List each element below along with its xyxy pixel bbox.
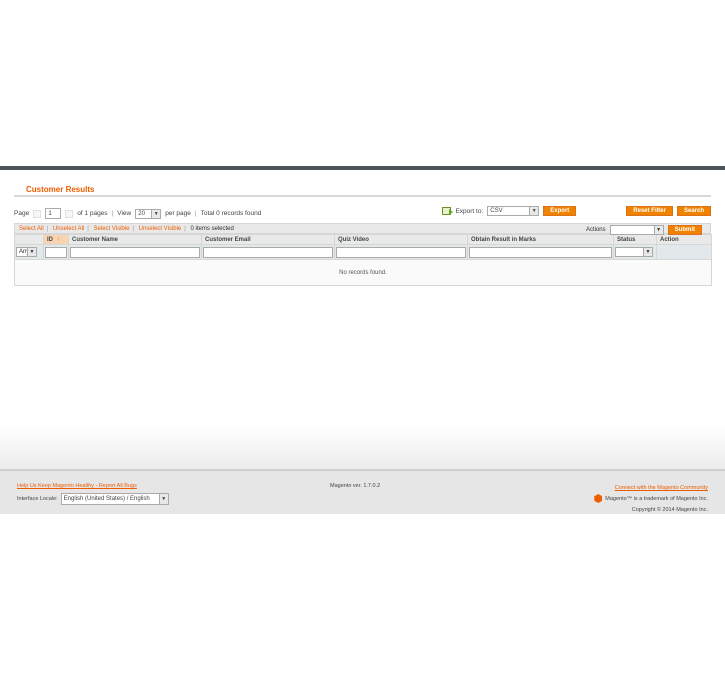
- trademark-text: Magento™ is a trademark of Magento Inc.: [605, 496, 708, 502]
- unselect-visible-link[interactable]: Unselect Visible: [139, 226, 182, 232]
- no-records-text: No records found.: [14, 259, 712, 286]
- header-bar: [0, 166, 725, 170]
- items-selected-count: 0 items selected: [190, 226, 234, 232]
- empty-row: No records found.: [14, 259, 712, 286]
- locale-select[interactable]: English (United States) / English ▼: [60, 493, 169, 505]
- quiz-video-filter-input[interactable]: [336, 246, 466, 258]
- page-input[interactable]: 1: [45, 208, 62, 219]
- total-records: Total 0 records found: [200, 210, 262, 217]
- chevron-down-icon: ▼: [151, 209, 161, 218]
- chevron-down-icon: ▼: [158, 494, 168, 504]
- main-content: Customer Results Page 1 of 1 pages | Vie…: [14, 176, 712, 286]
- view-label: View: [117, 210, 132, 217]
- unselect-all-link[interactable]: Unselect All: [53, 226, 84, 232]
- export-label: Export to:: [455, 207, 484, 215]
- community-link[interactable]: Connect with the Magento Community: [615, 485, 708, 491]
- column-header-status[interactable]: Status: [613, 234, 657, 245]
- report-bugs-link[interactable]: Help Us Keep Magento Healthy - Report Al…: [17, 483, 137, 489]
- chevron-down-icon: ▼: [643, 248, 652, 256]
- grid-header-row: ID ↑ Customer Name Customer Email Quiz Vi…: [14, 234, 712, 245]
- column-header-result-marks[interactable]: Obtain Result in Marks: [467, 234, 614, 245]
- status-filter-select[interactable]: ▼: [615, 247, 653, 257]
- chevron-down-icon: ▼: [529, 207, 539, 215]
- id-filter-input[interactable]: [45, 246, 67, 258]
- chevron-down-icon: ▼: [653, 226, 663, 234]
- per-page-text: per page: [165, 210, 191, 217]
- chevron-down-icon: ▼: [27, 248, 36, 256]
- column-header-quiz-video[interactable]: Quiz Video: [334, 234, 468, 245]
- action-filter-empty: [656, 244, 712, 260]
- sort-arrow-icon: ↑: [57, 236, 60, 243]
- select-visible-link[interactable]: Select Visible: [94, 226, 130, 232]
- pager: Page 1 of 1 pages | View 20 ▼ per page | …: [14, 205, 711, 223]
- search-button[interactable]: Search: [676, 206, 711, 216]
- prev-page-icon[interactable]: [33, 209, 42, 218]
- next-page-icon[interactable]: [65, 209, 74, 218]
- page-label: Page: [14, 210, 30, 217]
- copyright-text: Copyright © 2014 Magento Inc.: [631, 507, 708, 513]
- massaction-bar: Select All | Unselect All | Select Visible…: [14, 223, 711, 235]
- column-header-customer-email[interactable]: Customer Email: [201, 234, 335, 245]
- export-icon: [442, 207, 454, 215]
- export-button[interactable]: Export: [543, 206, 577, 216]
- results-grid: ID ↑ Customer Name Customer Email Quiz Vi…: [14, 234, 712, 286]
- footer: Help Us Keep Magento Healthy - Report Al…: [0, 469, 725, 514]
- submit-button[interactable]: Submit: [667, 225, 702, 235]
- customer-email-filter-input[interactable]: [203, 246, 333, 258]
- of-pages-text: of 1 pages: [77, 210, 108, 217]
- column-header-checkbox: [14, 234, 44, 245]
- column-header-id[interactable]: ID ↑: [43, 234, 69, 245]
- grid-filter-row: Any ▼ ▼: [14, 244, 712, 260]
- column-header-customer-name[interactable]: Customer Name: [68, 234, 202, 245]
- result-marks-filter-input[interactable]: [469, 246, 612, 258]
- actions-select[interactable]: ▼: [609, 225, 664, 235]
- reset-filter-button[interactable]: Reset Filter: [626, 206, 673, 216]
- page-title: Customer Results: [14, 176, 711, 197]
- select-all-link[interactable]: Select All: [19, 226, 44, 232]
- column-header-action: Action: [656, 234, 712, 245]
- massaction-filter-select[interactable]: Any ▼: [16, 247, 37, 257]
- magento-logo-icon: [594, 494, 603, 504]
- version-text: Magento ver. 1.7.0.2: [330, 483, 381, 489]
- footer-gradient: [0, 425, 725, 469]
- locale-label: Interface Locale:: [17, 496, 58, 502]
- customer-name-filter-input[interactable]: [70, 246, 200, 258]
- export-format-select[interactable]: CSV ▼: [487, 206, 540, 216]
- view-select[interactable]: 20 ▼: [135, 208, 162, 219]
- actions-label: Actions: [585, 227, 606, 233]
